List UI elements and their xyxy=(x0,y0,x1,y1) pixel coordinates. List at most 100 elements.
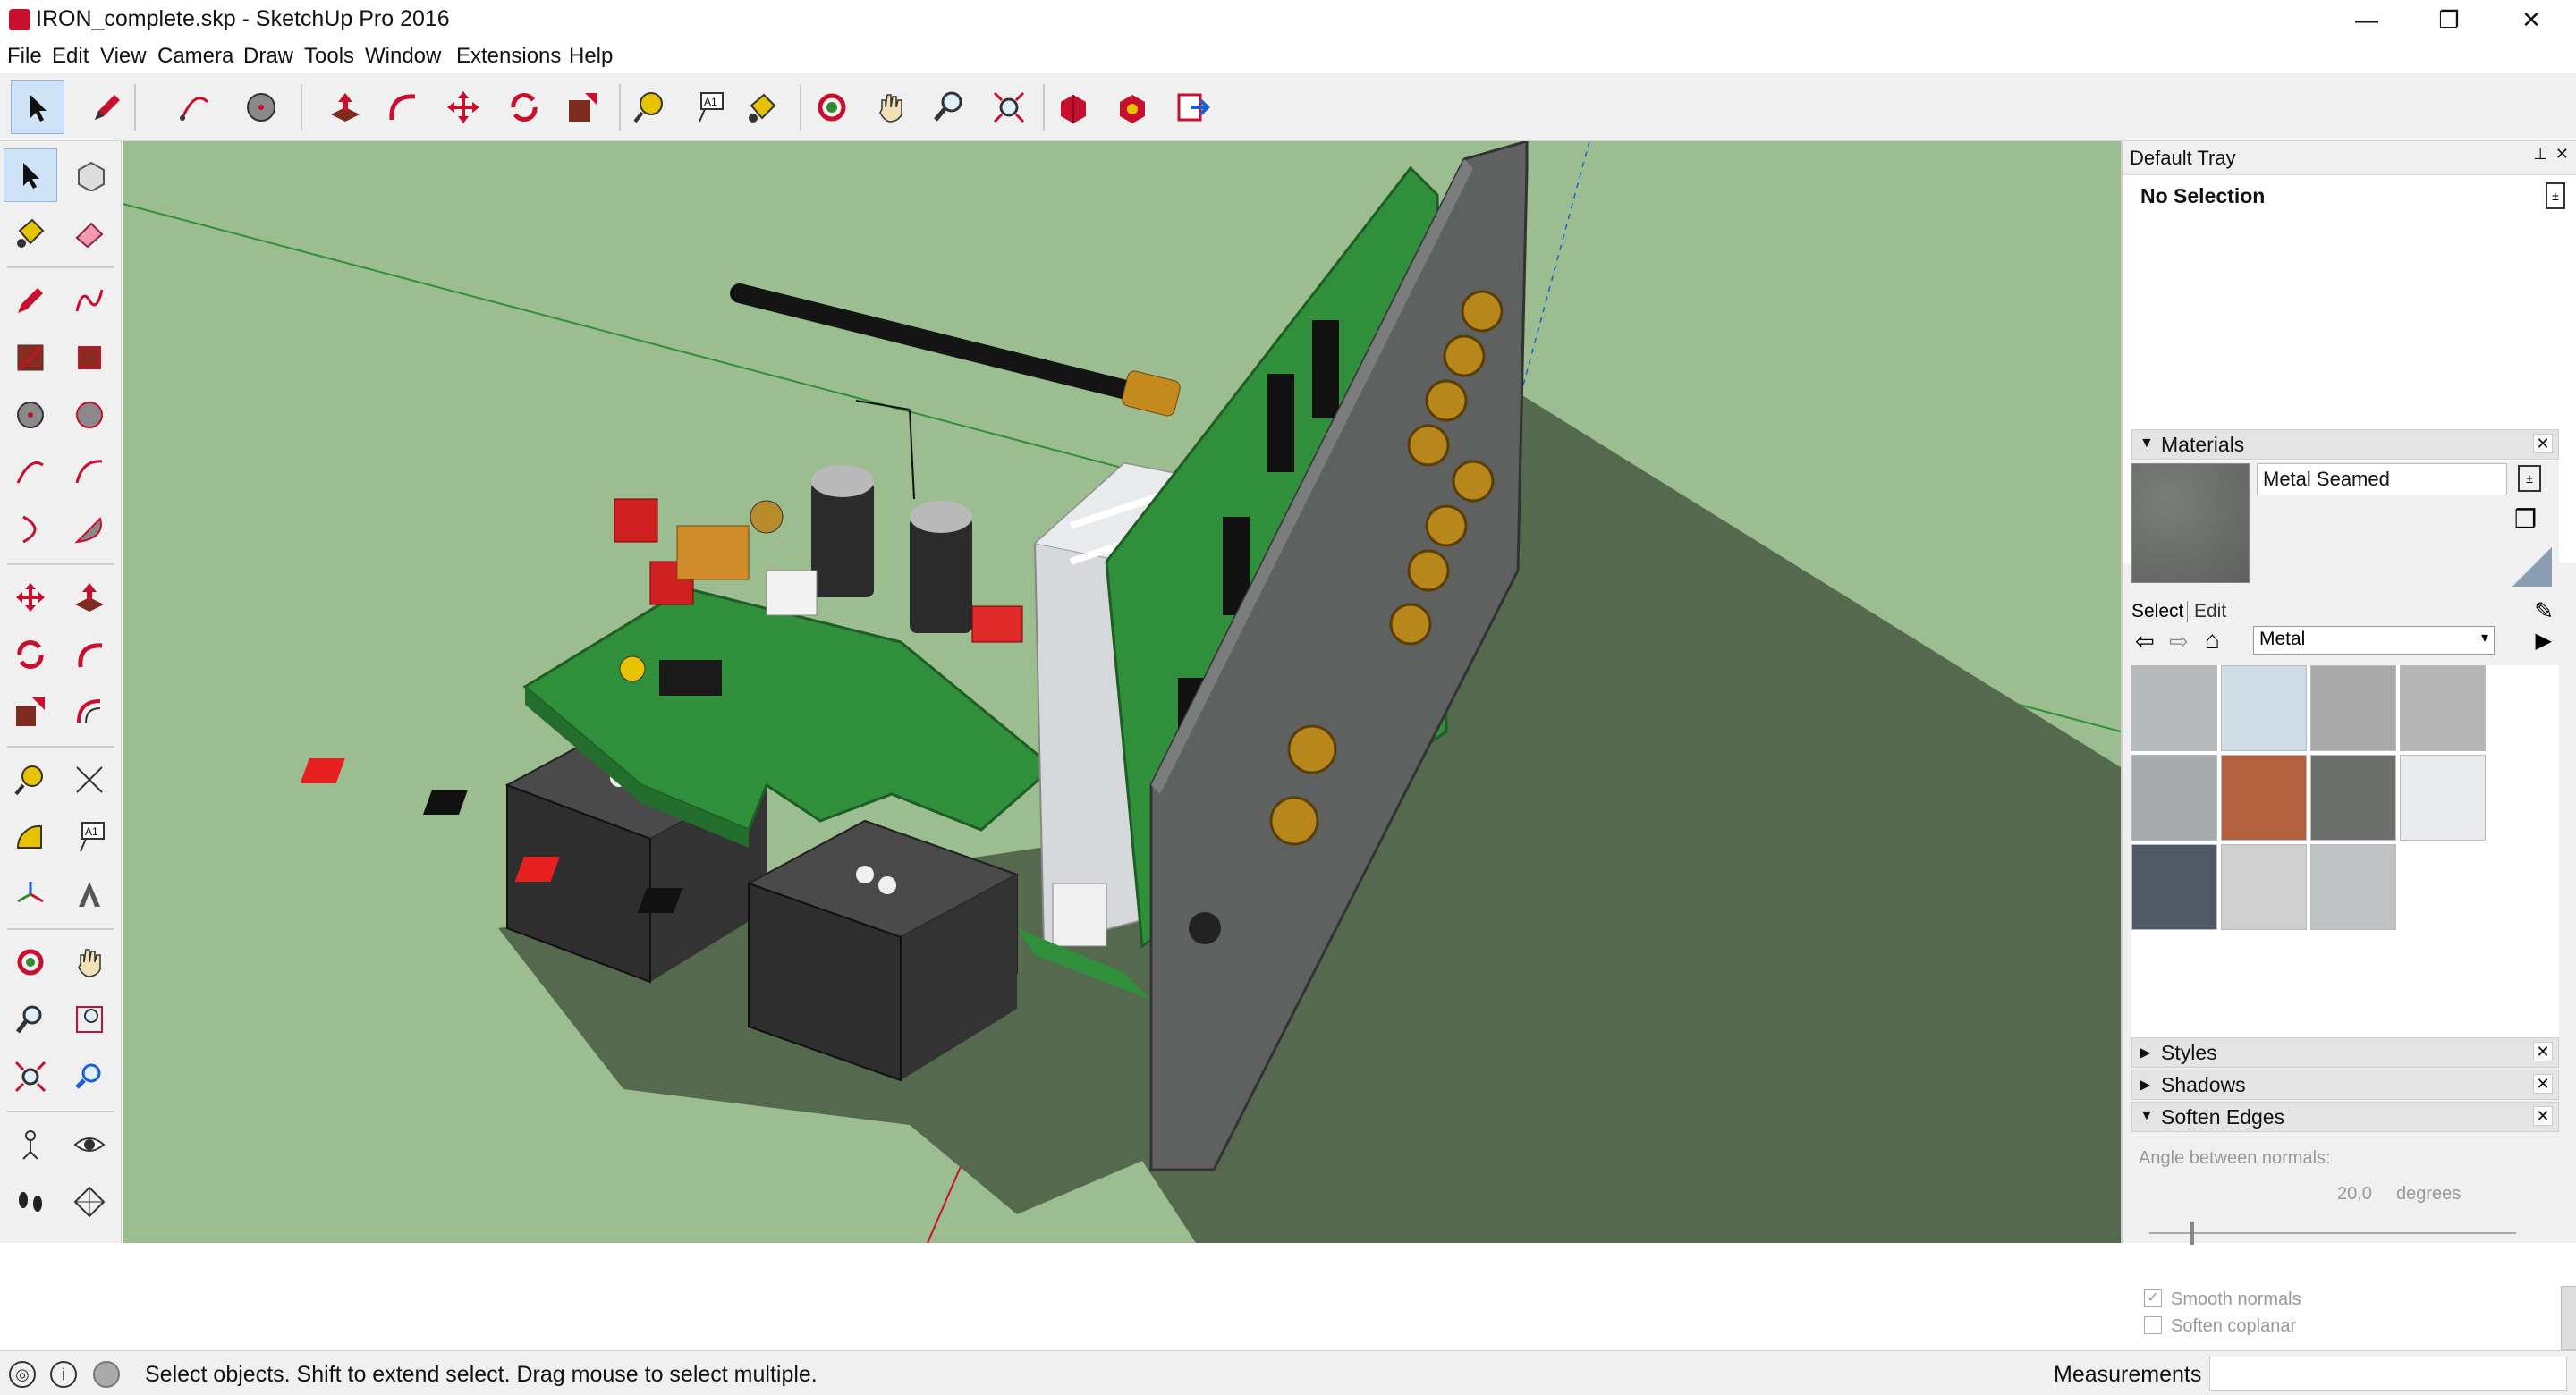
select-tool-button[interactable] xyxy=(11,80,64,134)
menu-window[interactable]: Window xyxy=(365,44,441,69)
axes-tool[interactable] xyxy=(4,867,57,921)
three-point-arc-tool[interactable] xyxy=(4,503,57,556)
select-tool[interactable] xyxy=(4,148,57,202)
menu-tools[interactable]: Tools xyxy=(304,44,354,69)
credits-icon[interactable]: i xyxy=(50,1361,77,1388)
materials-close-icon[interactable]: ✕ xyxy=(2533,434,2553,453)
toggle-details-icon[interactable]: ± xyxy=(2546,182,2565,209)
material-swatch[interactable] xyxy=(2131,755,2217,841)
position-camera-tool[interactable] xyxy=(4,1118,57,1171)
scale-tool[interactable] xyxy=(4,685,57,739)
extension-warehouse-button[interactable] xyxy=(1106,80,1159,134)
paint-bucket-button[interactable] xyxy=(735,80,789,134)
material-swatch[interactable] xyxy=(2221,755,2307,841)
materials-panel-header[interactable]: ▼ Materials ✕ xyxy=(2131,429,2559,460)
make-component-tool[interactable] xyxy=(63,148,116,202)
dimension-tool[interactable] xyxy=(63,753,116,807)
pan-tool[interactable] xyxy=(63,935,116,989)
push-pull-tool[interactable] xyxy=(63,571,116,624)
minimize-button[interactable]: — xyxy=(2326,0,2408,39)
model-viewport[interactable] xyxy=(123,141,2121,1243)
orbit-tool[interactable] xyxy=(4,935,57,989)
collection-dropdown[interactable]: Metal ▾ xyxy=(2253,626,2495,655)
pencil-tool-button[interactable] xyxy=(79,80,132,134)
tape-measure-button[interactable] xyxy=(623,80,676,134)
smooth-normals-checkbox[interactable]: ✓ xyxy=(2144,1289,2162,1307)
tape-measure-tool[interactable] xyxy=(4,753,57,807)
push-pull-button[interactable] xyxy=(318,80,372,134)
move-tool[interactable] xyxy=(4,571,57,624)
details-arrow-icon[interactable]: ▶ xyxy=(2536,628,2552,654)
zoom-window-tool[interactable] xyxy=(63,993,116,1046)
polygon-tool[interactable] xyxy=(63,388,116,442)
menu-draw[interactable]: Draw xyxy=(243,44,293,69)
material-swatch[interactable] xyxy=(2400,665,2486,751)
home-icon[interactable]: ⌂ xyxy=(2205,626,2220,655)
3d-warehouse-button[interactable] xyxy=(1046,80,1100,134)
forward-arrow-icon[interactable]: ⇨ xyxy=(2169,628,2189,655)
close-button[interactable]: ✕ xyxy=(2490,0,2572,39)
user-account-icon[interactable] xyxy=(93,1361,120,1388)
3d-text-tool[interactable] xyxy=(63,867,116,921)
pan-button[interactable] xyxy=(864,80,918,134)
section-plane-tool[interactable] xyxy=(63,1175,116,1229)
display-secondary-icon[interactable]: ± xyxy=(2518,465,2541,492)
walk-tool[interactable] xyxy=(4,1175,57,1229)
material-swatch[interactable] xyxy=(2310,844,2396,930)
follow-me-button[interactable] xyxy=(376,80,429,134)
text-tool-button[interactable]: A1 xyxy=(682,80,735,134)
angle-slider-track[interactable] xyxy=(2149,1232,2516,1234)
soften-close-icon[interactable]: ✕ xyxy=(2533,1106,2553,1126)
menu-file[interactable]: File xyxy=(7,44,42,69)
rotated-rectangle-tool[interactable] xyxy=(63,331,116,385)
soften-coplanar-checkbox[interactable] xyxy=(2144,1316,2162,1334)
styles-close-icon[interactable]: ✕ xyxy=(2533,1042,2553,1061)
zoom-tool[interactable] xyxy=(4,993,57,1046)
tray-scrollbar[interactable] xyxy=(2561,1286,2576,1350)
pin-icon[interactable]: ⊥ xyxy=(2533,145,2547,164)
soften-edges-panel-header[interactable]: ▼ Soften Edges ✕ xyxy=(2131,1102,2559,1132)
material-swatch[interactable] xyxy=(2400,755,2486,841)
paint-bucket-tool[interactable] xyxy=(4,206,57,259)
zoom-button[interactable] xyxy=(923,80,977,134)
arc-tool[interactable] xyxy=(4,445,57,499)
material-swatch[interactable] xyxy=(2310,755,2396,841)
materials-select-tab[interactable]: Select xyxy=(2131,601,2189,622)
shadows-panel-header[interactable]: ▶ Shadows ✕ xyxy=(2131,1070,2559,1100)
create-material-icon[interactable]: ❒ xyxy=(2514,504,2546,537)
material-swatch[interactable] xyxy=(2131,665,2217,751)
material-swatch[interactable] xyxy=(2310,665,2396,751)
eraser-tool[interactable] xyxy=(63,206,116,259)
previous-view-tool[interactable] xyxy=(63,1050,116,1103)
protractor-tool[interactable] xyxy=(4,810,57,864)
materials-edit-tab[interactable]: Edit xyxy=(2194,601,2226,622)
tray-close-icon[interactable]: ✕ xyxy=(2555,145,2569,164)
move-button[interactable] xyxy=(436,80,490,134)
menu-extensions[interactable]: Extensions xyxy=(456,44,561,69)
look-around-tool[interactable] xyxy=(63,1118,116,1171)
measurements-input[interactable] xyxy=(2209,1357,2567,1391)
rectangle-tool[interactable] xyxy=(4,331,57,385)
line-tool[interactable] xyxy=(4,274,57,327)
shadows-close-icon[interactable]: ✕ xyxy=(2533,1074,2553,1094)
menu-camera[interactable]: Camera xyxy=(157,44,233,69)
angle-slider-thumb[interactable] xyxy=(2190,1222,2194,1245)
menu-edit[interactable]: Edit xyxy=(52,44,89,69)
styles-panel-header[interactable]: ▶ Styles ✕ xyxy=(2131,1037,2559,1068)
orbit-button[interactable] xyxy=(805,80,859,134)
menu-help[interactable]: Help xyxy=(569,44,613,69)
follow-me-tool[interactable] xyxy=(63,628,116,681)
pie-tool[interactable] xyxy=(63,503,116,556)
zoom-extents-tool[interactable] xyxy=(4,1050,57,1103)
default-material-icon[interactable] xyxy=(2512,547,2552,587)
rotate-tool[interactable] xyxy=(4,628,57,681)
circle-tool[interactable] xyxy=(4,388,57,442)
text-tool[interactable]: A1 xyxy=(63,810,116,864)
restore-button[interactable]: ❐ xyxy=(2408,0,2490,39)
scale-button[interactable] xyxy=(556,80,610,134)
circle-tool-button[interactable] xyxy=(234,80,288,134)
material-swatch[interactable] xyxy=(2221,844,2307,930)
material-swatch[interactable] xyxy=(2221,665,2307,751)
material-name-field[interactable]: Metal Seamed xyxy=(2257,463,2507,495)
zoom-extents-button[interactable] xyxy=(982,80,1036,134)
